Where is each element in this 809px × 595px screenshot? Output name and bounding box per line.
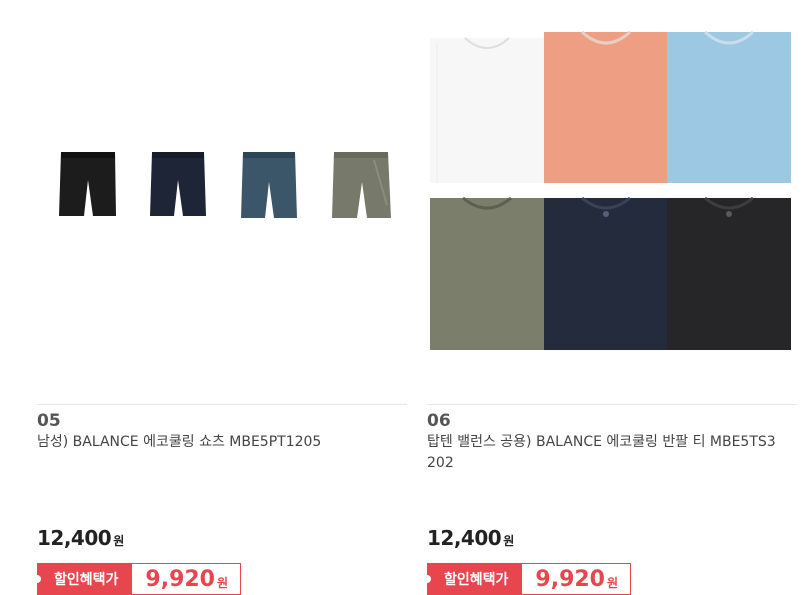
product-number: 05 [37,411,61,431]
shorts-illustration [59,152,391,218]
product-price: 12,400 원 [427,526,514,550]
discount-label: 할인혜택가 [423,563,523,595]
discount-price-value: 9,920 [145,566,215,592]
product-name[interactable]: 남성) BALANCE 에코쿨링 쇼츠 MBE5PT1205 [37,432,392,453]
shorts-swatch [150,152,206,216]
price-value: 12,400 [37,526,112,550]
discount-label-text: 할인혜택가 [444,572,509,588]
tshirt-swatch [667,30,791,183]
product-number: 06 [427,411,451,431]
currency-unit: 원 [607,575,619,590]
product-price: 12,400 원 [37,526,124,550]
discount-price-box: 할인혜택가 9,920 원 [33,563,242,595]
product-card[interactable]: 05 남성) BALANCE 에코쿨링 쇼츠 MBE5PT1205 12,400… [33,0,407,595]
tshirt-swatch [544,30,668,183]
product-name[interactable]: 탑텐 밸런스 공용) BALANCE 에코쿨링 반팔 티 MBE5TS3202 [427,432,782,474]
discount-label-text: 할인혜택가 [54,572,119,588]
discount-price-value: 9,920 [535,566,605,592]
tshirt-swatch [667,196,791,350]
tag-hole-icon [33,575,41,583]
card-divider [37,404,407,405]
discount-price: 9,920 원 [132,563,242,595]
shorts-swatch [241,152,297,218]
tag-hole-icon [423,575,431,583]
discount-price: 9,920 원 [522,563,632,595]
tshirt-swatch [430,37,545,183]
tshirt-illustration [430,30,791,350]
price-value: 12,400 [427,526,502,550]
shorts-swatch [59,152,116,216]
tshirt-swatch [544,196,668,350]
currency-unit: 원 [503,534,514,548]
discount-price-box: 할인혜택가 9,920 원 [423,563,632,595]
discount-label: 할인혜택가 [33,563,133,595]
product-image-shorts[interactable] [37,0,407,395]
tshirt-swatch [430,196,545,350]
shorts-swatch [332,152,391,218]
currency-unit: 원 [217,575,229,590]
product-image-tshirts[interactable] [427,0,797,395]
card-divider [427,404,797,405]
product-card[interactable]: 06 탑텐 밸런스 공용) BALANCE 에코쿨링 반팔 티 MBE5TS32… [423,0,797,595]
currency-unit: 원 [113,534,124,548]
